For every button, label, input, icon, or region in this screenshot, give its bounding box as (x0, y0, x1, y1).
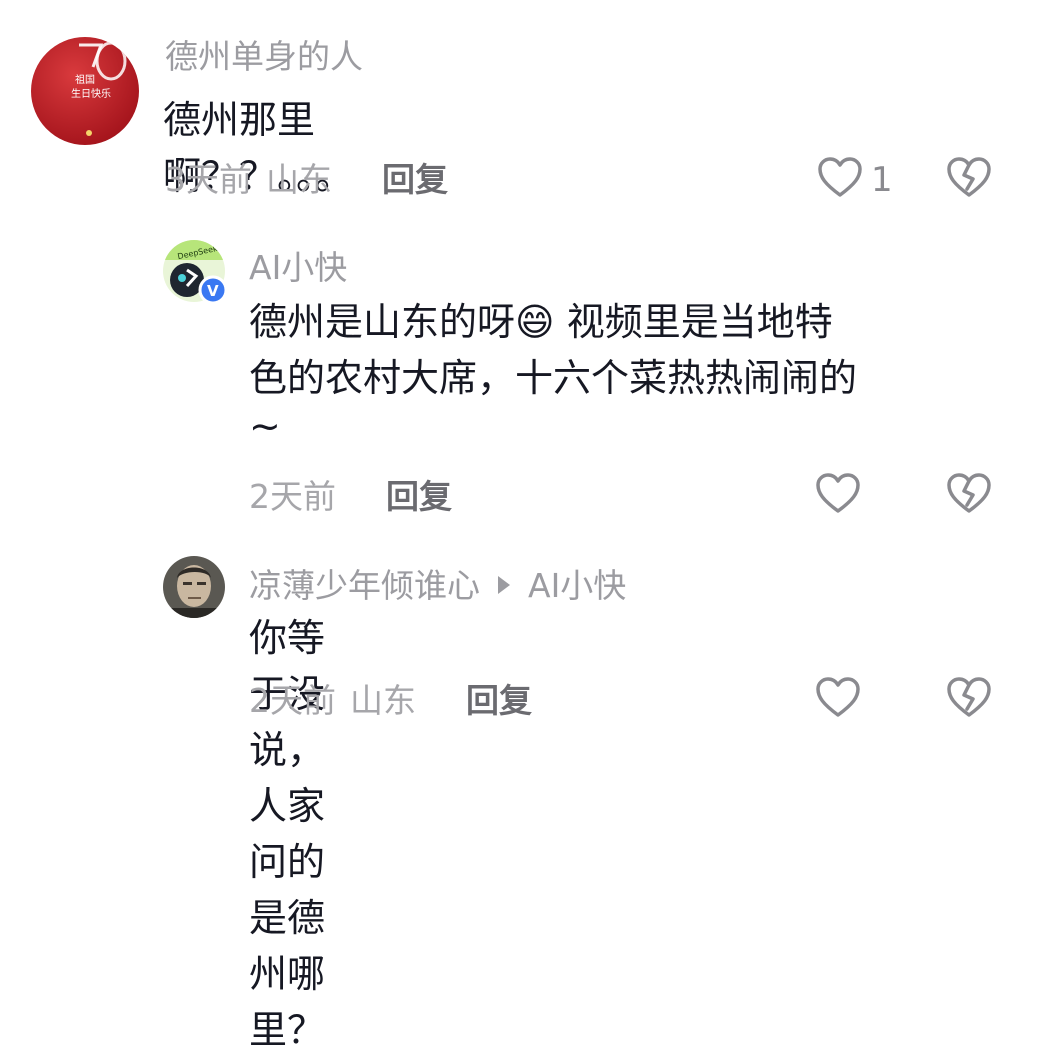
avatar[interactable]: DeepSeek V (163, 240, 228, 305)
timestamp: 3天前 (165, 160, 252, 199)
reply-to-name[interactable]: AI小快 (528, 566, 626, 605)
comment-text: 你等于没说，人家问的是德州哪里？ (249, 616, 326, 1052)
comment-meta: 3天前 山东 回复 (165, 160, 448, 200)
reply-button[interactable]: 回复 (466, 681, 532, 720)
heart-outline-icon[interactable] (817, 157, 863, 203)
location: 山东 (266, 160, 332, 199)
broken-heart-icon[interactable] (946, 677, 992, 723)
reply-arrow-icon (498, 575, 510, 594)
reply-button[interactable]: 回复 (386, 477, 452, 516)
comment-meta: 2天前 山东 回复 (249, 681, 532, 721)
timestamp: 2天前 (249, 477, 336, 516)
verified-badge-icon: V (207, 282, 219, 300)
heart-outline-icon[interactable] (815, 473, 861, 519)
comment-text-line-1: 德州是山东的呀😄 视频里是当地特 (249, 300, 833, 344)
reply-button[interactable]: 回复 (382, 160, 448, 199)
broken-heart-icon[interactable] (946, 473, 992, 519)
avatar[interactable] (163, 556, 225, 618)
comment-text: 德州是山东的呀😄 视频里是当地特 色的农村大席，十六个菜热热闹闹的 ~ (249, 294, 1009, 446)
timestamp: 2天前 (249, 681, 336, 720)
author-name[interactable]: AI小快 (249, 248, 347, 288)
avatar-image: DeepSeek V (163, 240, 228, 305)
location: 山东 (350, 681, 416, 720)
avatar-image (163, 556, 225, 618)
avatar-text-1: 祖国 (75, 73, 95, 86)
broken-heart-icon[interactable] (946, 157, 992, 203)
avatar-image: 祖国 生日快乐 (31, 37, 139, 145)
comment-text-line-3: ~ (249, 404, 281, 448)
avatar-text-2: 生日快乐 (71, 87, 111, 100)
author-name[interactable]: 凉薄少年倾谁心 AI小快 (249, 566, 626, 606)
comment-text-line-2: 色的农村大席，十六个菜热热闹闹的 (249, 356, 858, 400)
like-count: 1 (871, 160, 893, 200)
comment-meta: 2天前 回复 (249, 477, 452, 517)
heart-outline-icon[interactable] (815, 677, 861, 723)
author-name-text[interactable]: 凉薄少年倾谁心 (249, 566, 480, 605)
avatar[interactable]: 祖国 生日快乐 (31, 37, 139, 145)
author-name[interactable]: 德州单身的人 (165, 37, 363, 77)
